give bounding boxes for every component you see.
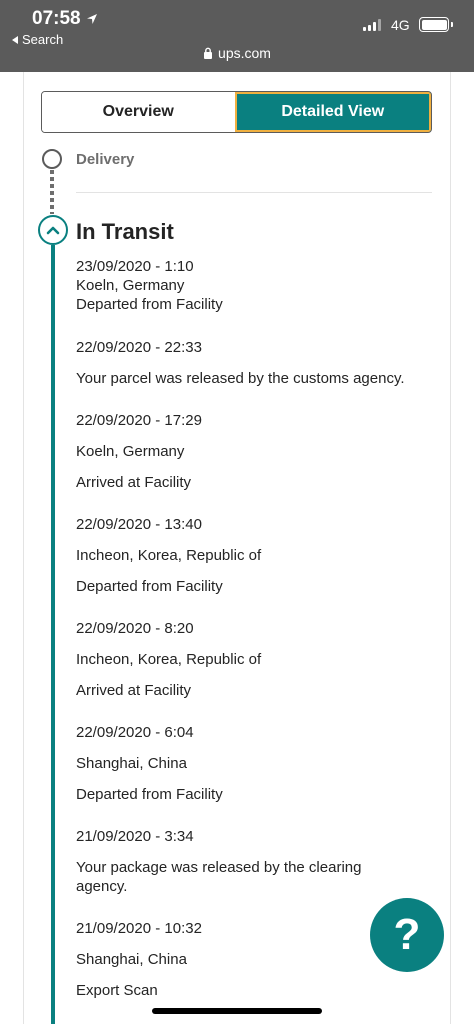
location-arrow-icon	[86, 14, 97, 24]
event-datetime: 21/09/2020 - 3:34	[76, 828, 194, 845]
event-datetime: 22/09/2020 - 22:33	[76, 339, 202, 356]
event-location: Koeln, Germany	[76, 443, 185, 460]
event-location: Koeln, Germany	[76, 277, 185, 294]
delivery-step-icon	[42, 149, 62, 169]
event-datetime: 22/09/2020 - 13:40	[76, 516, 202, 533]
delivery-step-label: Delivery	[76, 151, 135, 168]
url-bar[interactable]: ups.com	[0, 45, 474, 61]
divider	[76, 192, 432, 193]
lock-icon	[204, 47, 213, 59]
dotted-connector	[50, 170, 54, 214]
status-time-text: 07:58	[32, 8, 81, 29]
in-transit-collapse-button[interactable]	[38, 215, 68, 245]
event-status: Your package was released by the clearin…	[76, 859, 362, 895]
event-location: Shanghai, China	[76, 755, 187, 772]
back-arrow-icon	[12, 35, 18, 44]
event-location: Incheon, Korea, Republic of	[76, 547, 262, 564]
event-location: Incheon, Korea, Republic of	[76, 651, 262, 668]
event-status: Departed from Facility	[76, 786, 223, 803]
event-datetime: 22/09/2020 - 8:20	[76, 620, 194, 637]
event-datetime: 22/09/2020 - 17:29	[76, 412, 202, 429]
event-status: Your parcel was released by the customs …	[76, 370, 405, 387]
status-time: 07:58	[32, 8, 98, 30]
battery-icon	[419, 17, 449, 32]
timeline-line	[51, 245, 55, 1024]
event-datetime: 23/09/2020 - 1:10	[76, 258, 194, 275]
event-datetime: 22/09/2020 - 6:04	[76, 724, 194, 741]
overview-tab[interactable]: Overview	[42, 92, 235, 132]
in-transit-title: In Transit	[76, 219, 174, 244]
event-status: Arrived at Facility	[76, 682, 192, 699]
chevron-up-icon	[46, 226, 60, 235]
event-status: Export Scan	[76, 982, 158, 999]
detailed-view-tab[interactable]: Detailed View	[234, 92, 431, 132]
home-indicator[interactable]	[152, 1008, 322, 1014]
view-toggle: Overview Detailed View	[41, 91, 432, 133]
url-text: ups.com	[218, 45, 271, 61]
event-status: Departed from Facility	[76, 296, 223, 313]
event-status: Arrived at Facility	[76, 474, 192, 491]
signal-icon	[363, 19, 381, 31]
help-question-icon: ?	[393, 910, 421, 959]
event-status: Departed from Facility	[76, 578, 223, 595]
battery-tip	[451, 22, 453, 27]
browser-top-bar: 07:58 Search 4G ups.com	[0, 0, 474, 72]
help-button[interactable]: ?	[370, 898, 444, 972]
network-type: 4G	[391, 17, 410, 33]
